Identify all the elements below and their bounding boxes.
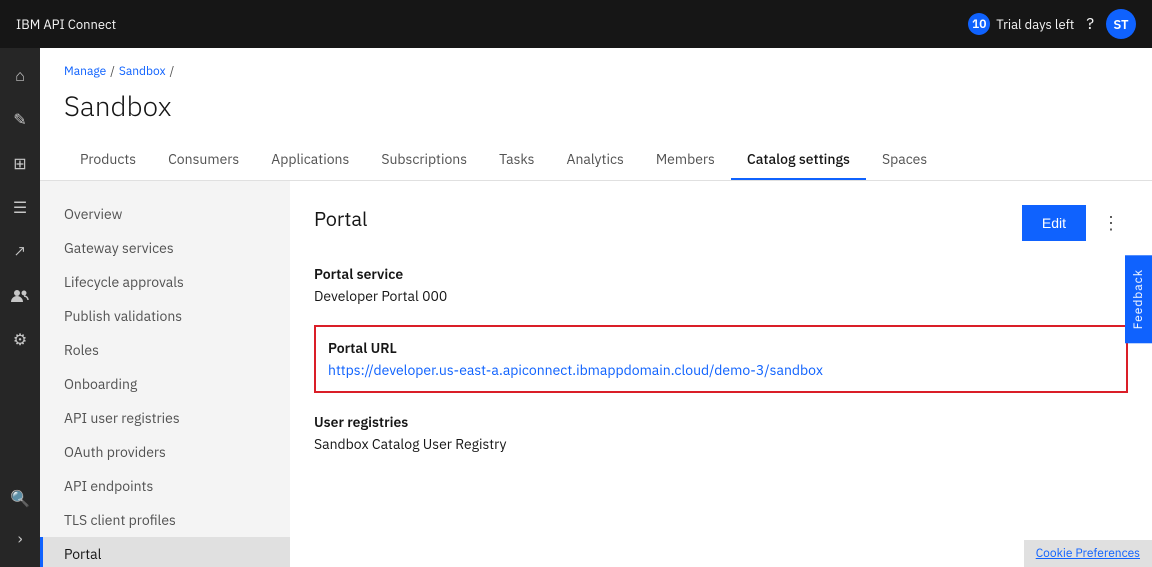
page-header: Manage / Sandbox / Sandbox Products Cons… — [40, 48, 1152, 181]
help-icon[interactable]: ? — [1086, 14, 1094, 34]
sidebar-icon-analytics[interactable]: ↗ — [0, 232, 40, 272]
user-registries-label: User registries — [314, 413, 1128, 431]
left-nav-tls-client-profiles[interactable]: TLS client profiles — [40, 503, 290, 537]
top-navigation: IBM API Connect 10 Trial days left ? ST — [0, 0, 1152, 48]
edit-button[interactable]: Edit — [1022, 205, 1086, 241]
tab-products[interactable]: Products — [64, 140, 152, 180]
left-nav-roles[interactable]: Roles — [40, 333, 290, 367]
left-nav-portal[interactable]: Portal — [40, 537, 290, 567]
left-nav-api-user-registries[interactable]: API user registries — [40, 401, 290, 435]
tab-bar: Products Consumers Applications Subscrip… — [64, 140, 1128, 180]
left-nav: Overview Gateway services Lifecycle appr… — [40, 181, 290, 567]
sidebar-icon-edit[interactable]: ✎ — [0, 100, 40, 140]
left-nav-publish-validations[interactable]: Publish validations — [40, 299, 290, 333]
user-registries-value: Sandbox Catalog User Registry — [314, 435, 1128, 453]
breadcrumb-sep-2: / — [170, 64, 175, 79]
tab-applications[interactable]: Applications — [255, 140, 365, 180]
body-content: Overview Gateway services Lifecycle appr… — [40, 181, 1152, 567]
left-nav-lifecycle-approvals[interactable]: Lifecycle approvals — [40, 265, 290, 299]
trial-days-count: 10 — [968, 13, 990, 35]
sidebar-icon-grid[interactable]: ⊞ — [0, 144, 40, 184]
tab-tasks[interactable]: Tasks — [483, 140, 550, 180]
left-nav-gateway-services[interactable]: Gateway services — [40, 231, 290, 265]
breadcrumb-sandbox[interactable]: Sandbox — [119, 64, 166, 79]
icon-sidebar: ⌂ ✎ ⊞ ☰ ↗ ⚙ 🔍 › — [0, 48, 40, 567]
tab-members[interactable]: Members — [640, 140, 731, 180]
top-nav-left: IBM API Connect — [16, 16, 116, 33]
sidebar-icon-expand[interactable]: › — [0, 519, 40, 559]
left-nav-oauth-providers[interactable]: OAuth providers — [40, 435, 290, 469]
content-area: Manage / Sandbox / Sandbox Products Cons… — [40, 48, 1152, 567]
tab-spaces[interactable]: Spaces — [866, 140, 943, 180]
left-nav-onboarding[interactable]: Onboarding — [40, 367, 290, 401]
main-panel: Portal Edit ⋮ Portal service Developer P… — [290, 181, 1152, 567]
sidebar-icon-search[interactable]: 🔍 — [0, 479, 40, 519]
left-nav-overview[interactable]: Overview — [40, 197, 290, 231]
tab-catalog-settings[interactable]: Catalog settings — [731, 140, 866, 180]
tab-subscriptions[interactable]: Subscriptions — [365, 140, 483, 180]
portal-container: Portal Edit ⋮ Portal service Developer P… — [314, 205, 1128, 453]
sidebar-icon-users[interactable] — [0, 276, 40, 316]
tab-consumers[interactable]: Consumers — [152, 140, 255, 180]
portal-url-link[interactable]: https://developer.us-east-a.apiconnect.i… — [328, 361, 823, 379]
portal-url-box: Portal URL https://developer.us-east-a.a… — [314, 325, 1128, 393]
top-nav-right: 10 Trial days left ? ST — [968, 9, 1136, 39]
avatar[interactable]: ST — [1106, 9, 1136, 39]
tab-analytics[interactable]: Analytics — [550, 140, 639, 180]
page-title: Sandbox — [64, 87, 1128, 124]
portal-section-title: Portal — [314, 205, 367, 232]
sidebar-icon-settings[interactable]: ⚙ — [0, 320, 40, 360]
trial-badge: 10 Trial days left — [968, 13, 1074, 35]
portal-actions: Edit ⋮ — [1022, 205, 1128, 241]
breadcrumb-sep-1: / — [110, 64, 115, 79]
main-layout: ⌂ ✎ ⊞ ☰ ↗ ⚙ 🔍 › Manage / Sandbox / Sandb… — [0, 48, 1152, 567]
portal-service-section: Portal service Developer Portal 000 — [314, 265, 1128, 305]
sidebar-icon-list[interactable]: ☰ — [0, 188, 40, 228]
portal-service-value: Developer Portal 000 — [314, 287, 1128, 305]
left-nav-api-endpoints[interactable]: API endpoints — [40, 469, 290, 503]
cookie-preferences[interactable]: Cookie Preferences — [1024, 540, 1152, 567]
breadcrumb-manage[interactable]: Manage — [64, 64, 106, 79]
user-registries-section: User registries Sandbox Catalog User Reg… — [314, 413, 1128, 453]
feedback-sidebar[interactable]: Feedback — [1125, 255, 1152, 343]
portal-service-label: Portal service — [314, 265, 1128, 283]
app-title: IBM API Connect — [16, 16, 116, 33]
breadcrumb: Manage / Sandbox / — [64, 64, 1128, 79]
portal-header: Portal Edit ⋮ — [314, 205, 1128, 241]
overflow-menu-button[interactable]: ⋮ — [1094, 209, 1128, 238]
sidebar-icon-home[interactable]: ⌂ — [0, 56, 40, 96]
portal-url-label: Portal URL — [328, 339, 1114, 357]
trial-label: Trial days left — [996, 16, 1074, 33]
